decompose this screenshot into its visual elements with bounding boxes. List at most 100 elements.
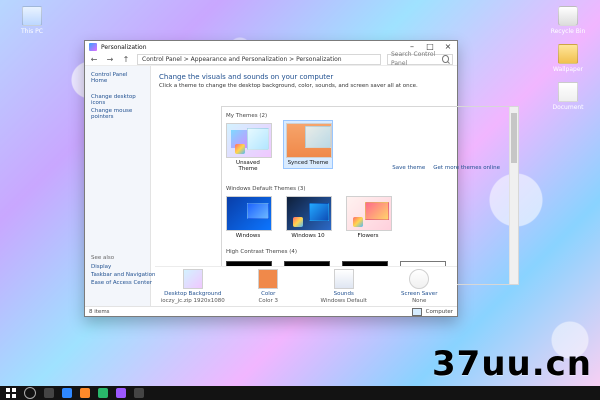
- theme-name: Windows 10: [291, 233, 325, 239]
- wallpaper-swatch: [247, 203, 269, 219]
- window-toolbar: ← → ↑ Control Panel > Appearance and Per…: [85, 51, 457, 67]
- themes-scrollbar-thumb[interactable]: [511, 113, 517, 163]
- setting-label: Screen Saver: [401, 291, 438, 297]
- desktop-icon-this-pc[interactable]: This PC: [2, 6, 62, 35]
- sounds-setting[interactable]: Sounds Windows Default: [309, 269, 379, 304]
- wallpaper-swatch: [305, 126, 331, 148]
- setting-label: Sounds: [333, 291, 354, 297]
- theme-thumbnail: [286, 196, 332, 231]
- taskbar: [0, 386, 600, 400]
- personalization-window[interactable]: Personalization – □ × ← → ↑ Control Pane…: [84, 40, 519, 317]
- see-also-section: See also Display Taskbar and Navigation …: [91, 255, 156, 288]
- recycle-bin-icon: [558, 6, 578, 26]
- desktop-icon-label: Recycle Bin: [550, 28, 586, 35]
- color-setting[interactable]: Color Color 3: [233, 269, 303, 304]
- back-arrow-icon[interactable]: ←: [89, 55, 99, 64]
- color-palette-icon: [235, 144, 245, 154]
- desktop-icon-label: Wallpaper: [552, 66, 583, 73]
- theme-name: Synced Theme: [287, 160, 329, 166]
- sounds-icon: [333, 269, 354, 289]
- themes-list-inner: My Themes (2) Unsaved Theme Synced Theme…: [222, 107, 510, 284]
- search-control-panel[interactable]: Search Control Panel: [387, 51, 453, 67]
- theme-name: Flowers: [357, 233, 379, 239]
- edge-icon[interactable]: [62, 388, 72, 398]
- media-icon[interactable]: [116, 388, 126, 398]
- themes-list[interactable]: My Themes (2) Unsaved Theme Synced Theme…: [221, 106, 519, 285]
- theme-synced[interactable]: Synced Theme: [283, 120, 333, 169]
- see-also-display-link[interactable]: Display: [91, 264, 156, 270]
- theme-name: Windows: [235, 233, 261, 239]
- desktop-icon-wallpaper[interactable]: Wallpaper: [538, 44, 598, 73]
- screen-saver-setting[interactable]: Screen Saver None: [384, 269, 454, 304]
- see-also-ease-link[interactable]: Ease of Access Center: [91, 280, 156, 286]
- see-also-taskbar-link[interactable]: Taskbar and Navigation: [91, 272, 156, 278]
- desktop-icon-recycle-bin[interactable]: Recycle Bin: [538, 6, 598, 35]
- theme-windows[interactable]: Windows: [226, 196, 272, 239]
- page-description: Click a theme to change the desktop back…: [159, 83, 418, 89]
- forward-arrow-icon[interactable]: →: [105, 55, 115, 64]
- color-palette-icon: [353, 217, 363, 227]
- setting-value: Windows Default: [320, 298, 367, 304]
- page-heading: Change the visuals and sounds on your co…: [159, 73, 334, 81]
- watermark: 37uu.cn: [432, 344, 592, 384]
- save-theme-link[interactable]: Save theme: [392, 165, 425, 171]
- themes-scrollbar[interactable]: [509, 107, 518, 284]
- default-themes-row: Windows Windows 10 Flowers: [226, 196, 506, 239]
- screen-saver-icon: [409, 269, 430, 289]
- theme-thumbnail: [286, 123, 332, 158]
- app-icon[interactable]: [134, 388, 144, 398]
- close-icon[interactable]: ×: [443, 42, 453, 52]
- wallpaper-swatch: [309, 203, 329, 221]
- search-icon: [442, 55, 449, 63]
- left-navigation: Control Panel Home Change desktop icons …: [85, 66, 156, 306]
- change-desktop-icons-link[interactable]: Change desktop icons: [91, 94, 144, 106]
- setting-label: Color: [261, 291, 276, 297]
- up-arrow-icon[interactable]: ↑: [121, 55, 131, 64]
- theme-flowers[interactable]: Flowers: [346, 196, 392, 239]
- computer-icon: [411, 307, 422, 316]
- control-panel-home-link[interactable]: Control Panel Home: [91, 72, 144, 84]
- setting-value: Color 3: [258, 298, 279, 304]
- my-themes-title: My Themes (2): [226, 113, 268, 119]
- high-contrast-title: High Contrast Themes (4): [226, 249, 298, 255]
- desktop-icon-document[interactable]: Document: [538, 82, 598, 111]
- desktop-background-icon: [182, 269, 203, 289]
- status-items: 8 items: [89, 308, 110, 315]
- theme-thumbnail: [226, 196, 272, 231]
- desktop-background-setting[interactable]: Desktop Background ioczy_jc.zip 1920x108…: [158, 269, 228, 304]
- get-more-themes-link[interactable]: Get more themes online: [433, 165, 500, 171]
- see-also-header: See also: [91, 255, 115, 261]
- wallpaper-swatch: [365, 202, 389, 220]
- task-view-icon[interactable]: [44, 388, 54, 398]
- desktop-icon-label: This PC: [21, 28, 43, 35]
- setting-value: ioczy_jc.zip 1920x1080: [160, 298, 225, 304]
- theme-unsaved[interactable]: Unsaved Theme: [226, 123, 272, 172]
- change-mouse-pointers-link[interactable]: Change mouse pointers: [91, 108, 144, 120]
- setting-label: Desktop Background: [164, 291, 222, 297]
- file-explorer-icon[interactable]: [80, 388, 90, 398]
- document-icon: [558, 82, 578, 102]
- start-icon[interactable]: [6, 388, 16, 398]
- address-bar[interactable]: Control Panel > Appearance and Personali…: [137, 53, 381, 65]
- personalization-settings-strip: Desktop Background ioczy_jc.zip 1920x108…: [155, 266, 457, 306]
- window-statusbar: 8 items Computer: [85, 306, 457, 316]
- personalization-app-icon: [89, 43, 97, 51]
- theme-links: Save theme Get more themes online: [392, 165, 500, 171]
- window-title: Personalization: [101, 43, 147, 51]
- status-location: Computer: [425, 308, 453, 315]
- color-icon: [258, 269, 279, 289]
- taskbar-search-icon[interactable]: [24, 387, 36, 399]
- desktop-icon-label: Document: [552, 104, 584, 111]
- status-right: Computer: [411, 307, 453, 316]
- wallpaper-swatch: [247, 128, 269, 150]
- store-icon[interactable]: [98, 388, 108, 398]
- default-themes-title: Windows Default Themes (3): [226, 186, 306, 192]
- folder-icon: [558, 44, 578, 64]
- theme-windows10[interactable]: Windows 10: [286, 196, 332, 239]
- theme-name: Unsaved Theme: [236, 160, 260, 172]
- computer-icon: [22, 6, 42, 26]
- setting-value: None: [412, 298, 427, 304]
- theme-thumbnail: [226, 123, 272, 158]
- theme-thumbnail: [346, 196, 392, 231]
- color-palette-icon: [293, 217, 303, 227]
